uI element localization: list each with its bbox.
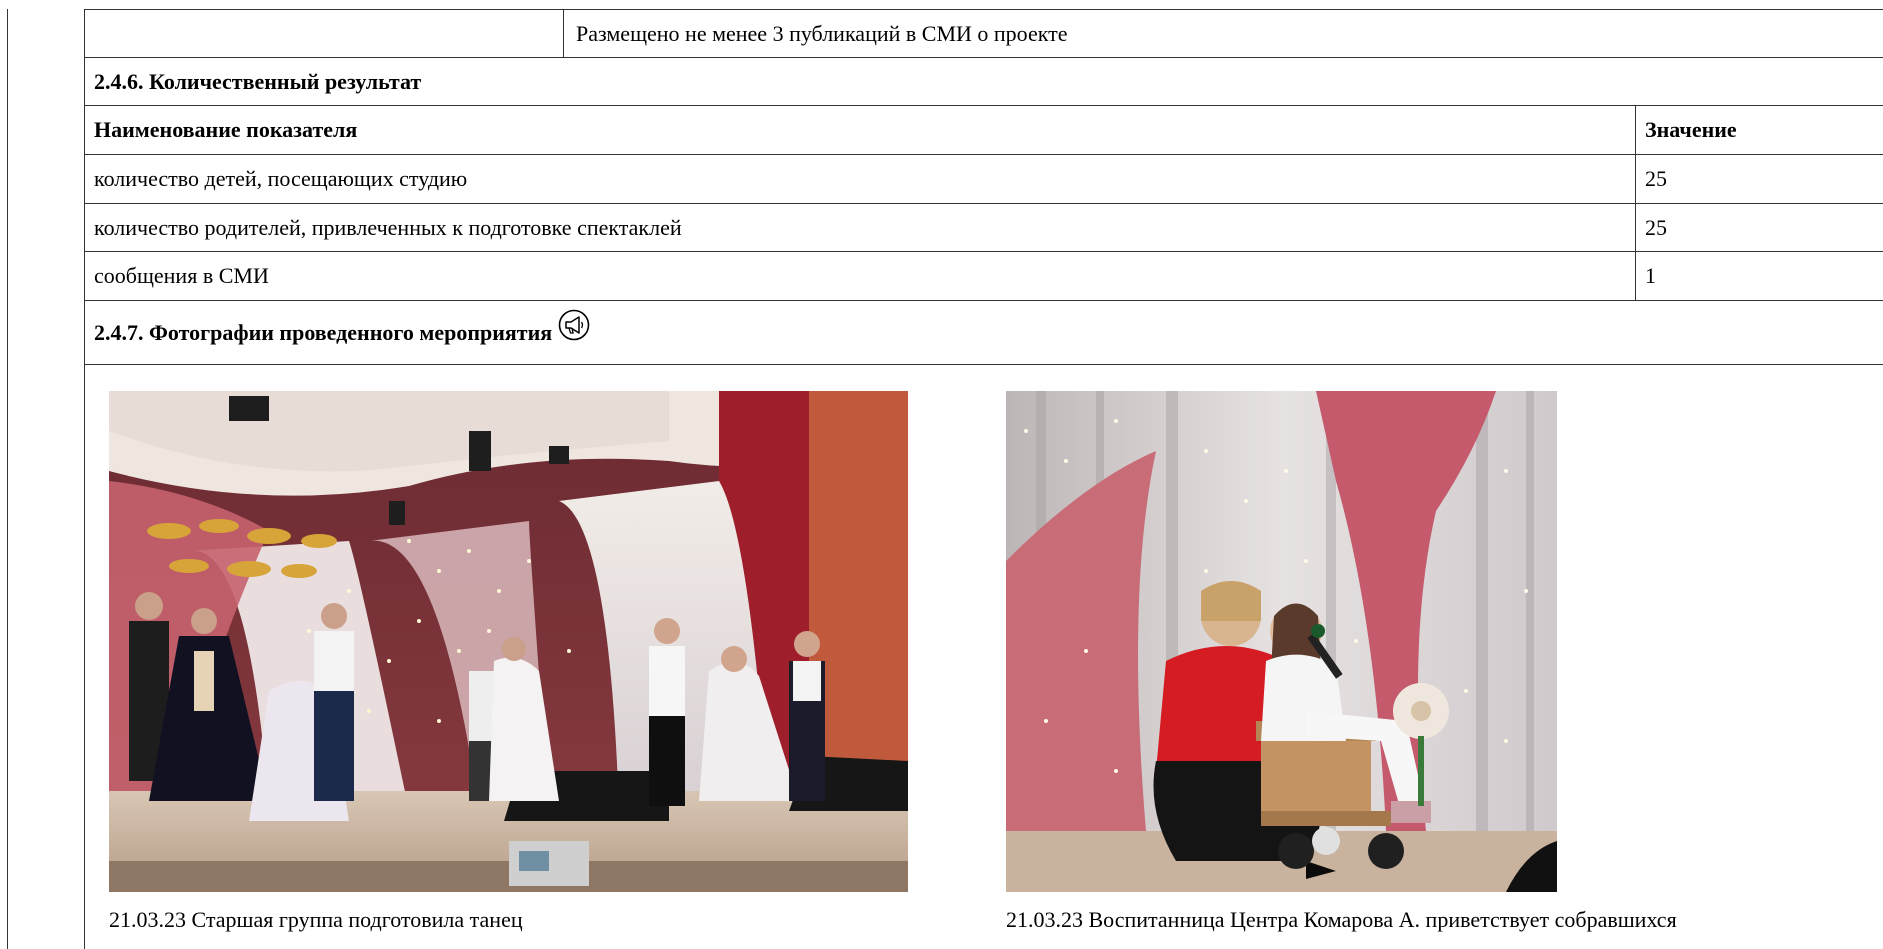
photo-dance bbox=[109, 391, 908, 892]
indicators-header-row: Наименование показателя Значение bbox=[85, 105, 1883, 154]
photos-section-title: 2.4.7. Фотографии проведенного мероприят… bbox=[94, 319, 553, 345]
indicator-value: 25 bbox=[1645, 166, 1667, 191]
indicator-name: сообщения в СМИ bbox=[85, 252, 1636, 300]
publications-note: Размещено не менее 3 публикаций в СМИ о … bbox=[576, 20, 1068, 46]
publications-row: Размещено не менее 3 публикаций в СМИ о … bbox=[85, 9, 1883, 57]
quant-section-header: 2.4.6. Количественный результат bbox=[85, 57, 1883, 105]
photo-caption: 21.03.23 Воспитанница Центра Комарова А.… bbox=[1006, 907, 1677, 932]
table-row: сообщения в СМИ 1 bbox=[85, 251, 1883, 300]
table-row: количество родителей, привлеченных к под… bbox=[85, 203, 1883, 251]
table-row: количество детей, посещающих студию 25 bbox=[85, 154, 1883, 203]
photos-section-header: 2.4.7. Фотографии проведенного мероприят… bbox=[85, 300, 1883, 364]
photo-singer bbox=[1006, 391, 1557, 892]
indicator-value: 25 bbox=[1645, 214, 1667, 240]
indicator-value: 1 bbox=[1645, 263, 1656, 288]
indicator-name-header: Наименование показателя bbox=[85, 106, 1636, 154]
indicator-name: количество родителей, привлеченных к под… bbox=[85, 204, 1636, 251]
indicator-name: количество детей, посещающих студию bbox=[85, 155, 1636, 203]
photos-section-title-cell: 2.4.7. Фотографии проведенного мероприят… bbox=[85, 301, 590, 364]
report-table: Размещено не менее 3 публикаций в СМИ о … bbox=[84, 9, 1883, 949]
quant-section-title: 2.4.6. Количественный результат bbox=[94, 68, 422, 94]
photo-caption: 21.03.23 Старшая группа подготовила тане… bbox=[109, 907, 523, 932]
megaphone-icon bbox=[558, 309, 590, 341]
outer-frame-left-rule bbox=[7, 9, 8, 949]
empty-label-cell bbox=[85, 10, 564, 57]
indicator-value-header: Значение bbox=[1645, 117, 1737, 142]
photos-cell: 21.03.23 Старшая группа подготовила тане… bbox=[85, 364, 1883, 932]
